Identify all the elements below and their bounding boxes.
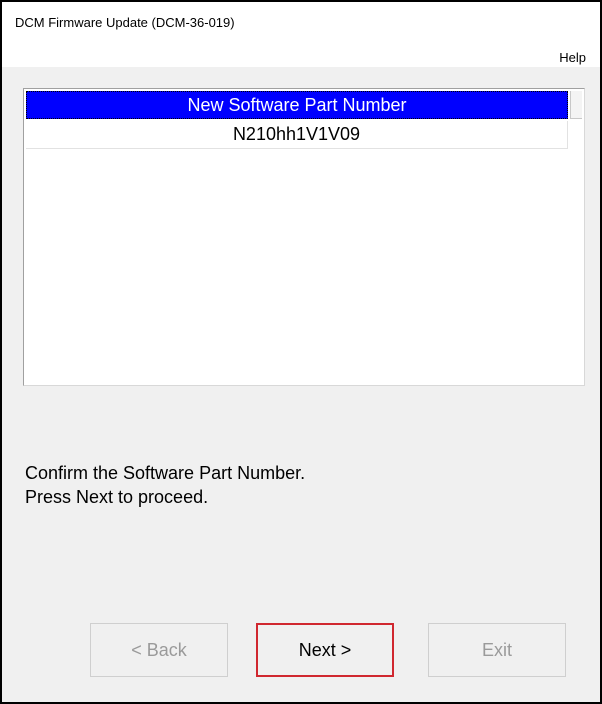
list-column-header[interactable]: New Software Part Number xyxy=(26,91,568,119)
list-row-part-number[interactable]: N210hh1V1V09 xyxy=(26,121,568,149)
instruction-line-2: Press Next to proceed. xyxy=(25,487,209,507)
instruction-line-1: Confirm the Software Part Number. xyxy=(25,463,306,483)
list-header-filler xyxy=(570,91,582,119)
menu-bar: Help xyxy=(2,42,600,67)
window-title: DCM Firmware Update (DCM-36-019) xyxy=(15,15,235,30)
back-button[interactable]: < Back xyxy=(90,623,228,677)
exit-button[interactable]: Exit xyxy=(428,623,566,677)
title-bar: DCM Firmware Update (DCM-36-019) xyxy=(2,2,600,42)
instruction-text: Confirm the Software Part Number. Press … xyxy=(25,461,305,509)
dialog-window: DCM Firmware Update (DCM-36-019) Help Ne… xyxy=(0,0,602,704)
menu-item-help[interactable]: Help xyxy=(559,50,586,65)
software-part-number-list[interactable]: New Software Part Number N210hh1V1V09 xyxy=(23,88,585,386)
next-button[interactable]: Next > xyxy=(256,623,394,677)
